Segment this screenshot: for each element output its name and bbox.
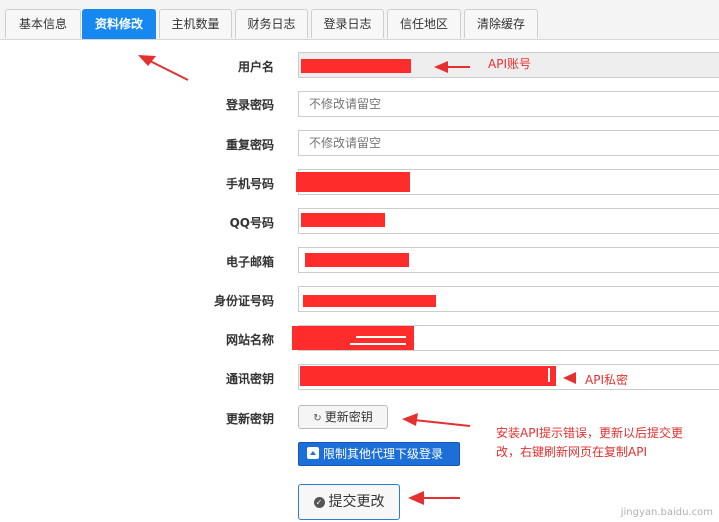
arrow-to-secret-icon: [563, 372, 576, 384]
watermark: jingyan.baidu.com: [620, 507, 713, 518]
arrow-to-submit-icon: [408, 491, 460, 505]
annotation-arrows: [138, 55, 576, 505]
arrow-to-update-key-icon: [402, 413, 471, 427]
arrow-to-tab-icon: [138, 55, 189, 81]
arrow-to-username-icon: [434, 61, 470, 73]
